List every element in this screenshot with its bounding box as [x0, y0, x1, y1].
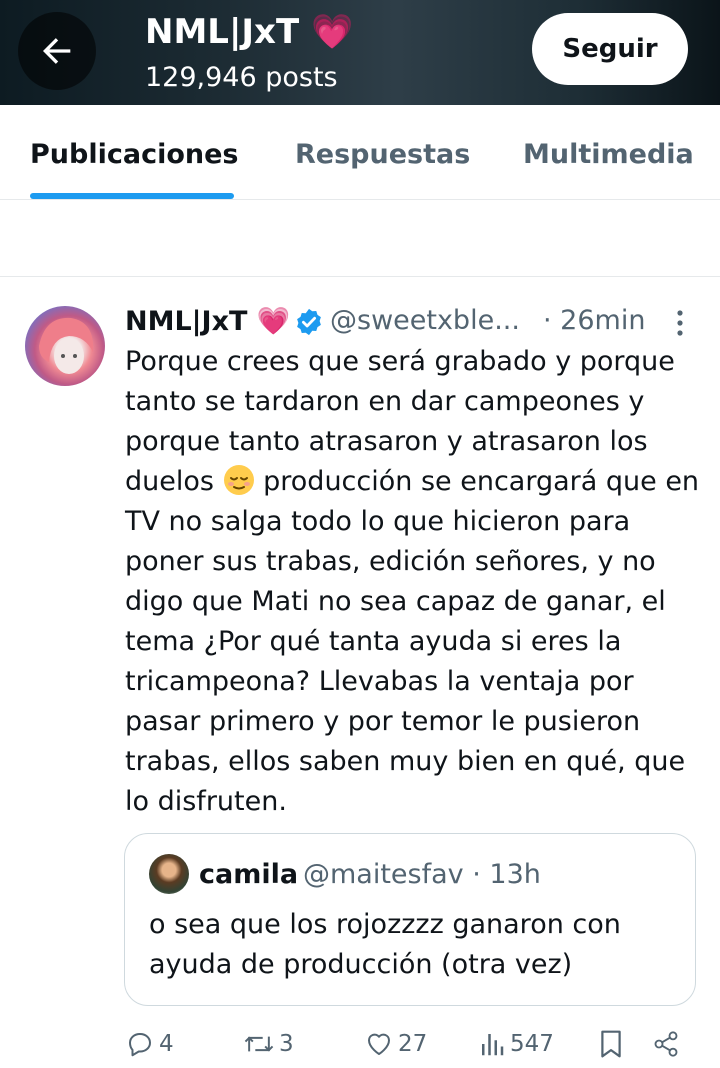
arrow-left-icon — [43, 38, 71, 64]
bookmark-button[interactable] — [597, 1025, 625, 1063]
back-button[interactable] — [18, 12, 96, 90]
bookmark-icon — [601, 1030, 621, 1058]
more-options-icon[interactable] — [670, 307, 690, 339]
reply-button[interactable]: 4 — [125, 1025, 174, 1063]
tab-multimedia[interactable]: Multimedia — [523, 139, 694, 170]
post-timestamp[interactable]: · 26min — [543, 305, 645, 336]
profile-tabs: Publicaciones Respuestas Multimedia — [0, 105, 720, 200]
follow-button[interactable]: Seguir — [532, 13, 688, 85]
active-tab-indicator — [30, 193, 234, 199]
share-button[interactable] — [652, 1025, 680, 1063]
quoted-author-name: camila — [199, 859, 299, 890]
relieved-face-icon — [223, 465, 254, 495]
quoted-avatar[interactable] — [149, 854, 189, 894]
post-author-handle[interactable]: @sweetxble... — [330, 305, 520, 336]
share-icon — [654, 1031, 678, 1057]
post-text: Porque crees que será grabado y porque t… — [125, 342, 705, 822]
avatar-image — [39, 317, 94, 374]
like-count: 27 — [398, 1031, 428, 1057]
heart-icon — [368, 1033, 390, 1055]
repost-count: 3 — [279, 1031, 294, 1057]
profile-title: NML|JxT 💗 — [145, 12, 354, 52]
profile-header: NML|JxT 💗 129,946 posts Seguir — [0, 0, 720, 105]
reply-count: 4 — [159, 1031, 174, 1057]
divider — [0, 276, 720, 277]
tab-respuestas[interactable]: Respuestas — [295, 139, 470, 170]
post-text-part-2: producción se encargará que en TV no sal… — [125, 466, 700, 817]
post-author-name[interactable]: NML|JxT 💗 — [125, 305, 290, 337]
avatar[interactable] — [25, 306, 105, 386]
quoted-post[interactable]: camila @maitesfav · 13h o sea que los ro… — [124, 833, 696, 1006]
views-icon — [482, 1034, 504, 1056]
views-count: 547 — [510, 1031, 554, 1057]
views-button[interactable]: 547 — [478, 1025, 554, 1063]
repost-button[interactable]: 3 — [243, 1025, 294, 1063]
posts-count: 129,946 posts — [145, 62, 338, 93]
verified-badge-icon — [297, 308, 321, 336]
quoted-text: o sea que los rojozzzz ganaron con ayuda… — [149, 909, 621, 980]
tab-publicaciones[interactable]: Publicaciones — [30, 139, 239, 170]
repost-icon — [244, 1036, 274, 1052]
like-button[interactable]: 27 — [364, 1025, 427, 1063]
quoted-author-handle: @maitesfav · 13h — [303, 859, 541, 890]
post-actions: 4 3 27 547 — [0, 1025, 720, 1063]
reply-icon — [129, 1033, 151, 1057]
